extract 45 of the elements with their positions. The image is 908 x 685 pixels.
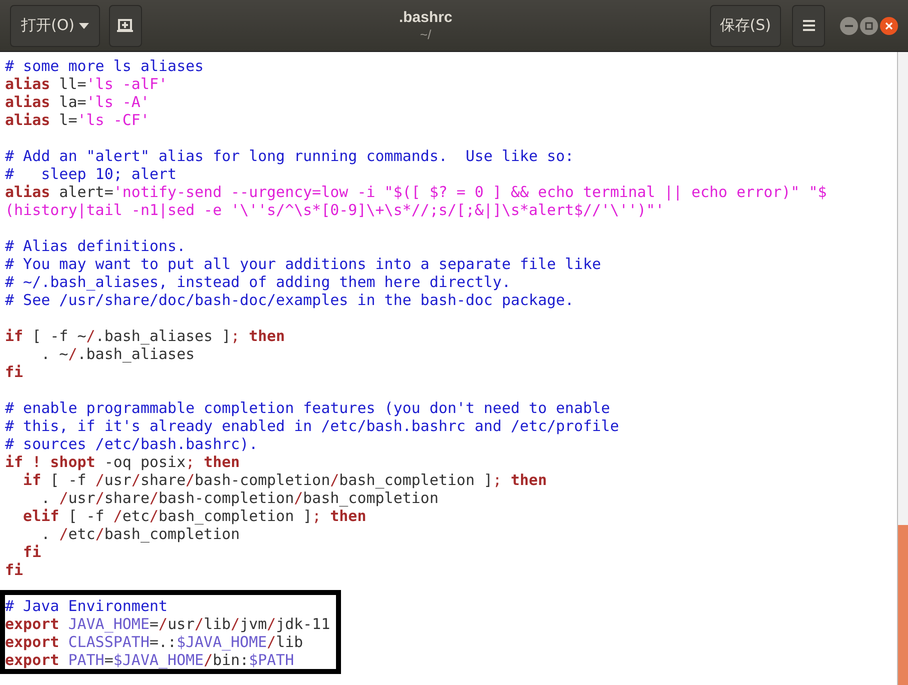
caret-icon bbox=[78, 22, 89, 28]
code-line: if [ -f /usr/share/bash-completion/bash_completion ]; then bbox=[22, 471, 547, 489]
code-line: if [ -f ~/.bash_aliases ]; then bbox=[5, 327, 285, 345]
code-line: fi bbox=[5, 363, 24, 381]
scrollbar-thumb[interactable] bbox=[898, 525, 908, 685]
menu-button[interactable] bbox=[792, 4, 825, 46]
code-line: fi bbox=[22, 543, 42, 561]
save-button[interactable]: 保存(S) bbox=[710, 4, 781, 46]
window-subtitle: ~/ bbox=[420, 26, 432, 42]
code-line: # sources /etc/bash.bashrc). bbox=[5, 435, 258, 453]
code-line: # some more ls aliases bbox=[5, 57, 204, 75]
code-line: # Java Environment bbox=[5, 597, 168, 615]
code-line: (history|tail -n1|sed -e '\''s/^\s*[0-9]\+\s*//;s/[;&|]\s*alert$//'\'')"' bbox=[5, 201, 664, 219]
maximize-button[interactable] bbox=[860, 16, 878, 34]
window-title: .bashrc bbox=[398, 8, 452, 26]
code-line: # Alias definitions. bbox=[5, 237, 186, 255]
code-line: alias alert='notify-send --urgency=low -i "$([ $? = 0 ] && echo terminal || echo error)" "$ bbox=[5, 183, 827, 201]
code-line: export JAVA_HOME=/usr/lib/jvm/jdk-11 bbox=[5, 615, 330, 633]
code-line: . /etc/bash_completion bbox=[41, 525, 240, 543]
code-line: export CLASSPATH=.:$JAVA_HOME/lib bbox=[5, 633, 304, 651]
code-line: . ~/.bash_aliases bbox=[40, 345, 195, 363]
menu-icon bbox=[802, 20, 814, 31]
close-icon bbox=[885, 22, 893, 30]
close-button[interactable] bbox=[880, 16, 898, 34]
new-document-icon bbox=[116, 18, 134, 34]
code-line: # See /usr/share/doc/bash-doc/examples in the bash-doc package. bbox=[5, 291, 574, 309]
code-line: . /usr/share/bash-completion/bash_completion bbox=[40, 489, 438, 507]
code-line: # sleep 10; alert bbox=[5, 165, 177, 183]
code-line: # enable programmable completion features (you don't need to enable bbox=[5, 399, 610, 417]
code-line: # this, if it's already enabled in /etc/bash.bashrc and /etc/profile bbox=[5, 417, 620, 435]
new-document-button[interactable] bbox=[108, 4, 142, 46]
open-button[interactable]: 打开(O) bbox=[10, 4, 100, 46]
minimize-button[interactable] bbox=[840, 16, 858, 34]
minimize-icon bbox=[845, 24, 853, 26]
code-line: if ! shopt -oq posix; then bbox=[5, 453, 240, 471]
maximize-icon bbox=[865, 22, 873, 30]
code-line: # You may want to put all your additions into a separate file like bbox=[5, 255, 602, 273]
code-line: alias ll='ls -alF' bbox=[5, 75, 168, 93]
code-line: export PATH=$JAVA_HOME/bin:$PATH bbox=[5, 651, 294, 669]
code-line: fi bbox=[5, 561, 24, 579]
code-line: elif [ -f /etc/bash_completion ]; then bbox=[22, 507, 366, 525]
code-line: alias l='ls -CF' bbox=[5, 111, 150, 129]
code-line: # ~/.bash_aliases, instead of adding them here directly. bbox=[5, 273, 511, 291]
code-line: # Add an "alert" alias for long running commands. Use like so: bbox=[5, 147, 574, 165]
code-line: alias la='ls -A' bbox=[5, 93, 150, 111]
